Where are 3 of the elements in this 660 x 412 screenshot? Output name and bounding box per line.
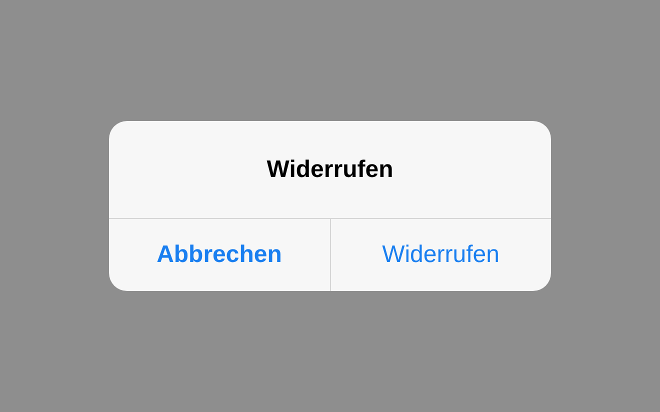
alert-button[interactable]: Abbrechen [109, 219, 330, 291]
alert-button[interactable]: Widerrufen [330, 219, 551, 291]
alert-title: Widerrufen [266, 154, 394, 184]
